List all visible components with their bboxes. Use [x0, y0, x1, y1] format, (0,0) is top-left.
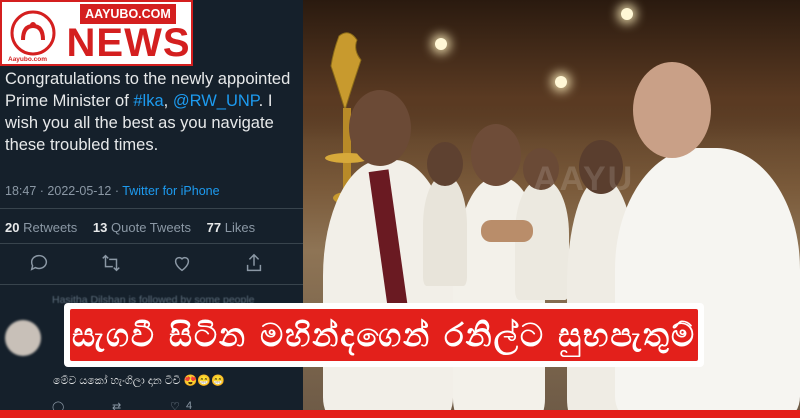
ceiling-light — [555, 76, 567, 88]
divider — [0, 243, 303, 244]
share-icon[interactable] — [243, 252, 265, 274]
headline-text: සැගවී සිටින මහින්දගෙන් රනිල්ට සුභපැතුම් — [72, 316, 696, 354]
person — [423, 176, 467, 286]
bottom-accent-bar — [0, 410, 800, 418]
logo-caption: Aayubo.com — [8, 56, 48, 63]
tweet-actions — [0, 252, 303, 276]
tweet-source-link[interactable]: Twitter for iPhone — [122, 184, 219, 198]
retweets-stat[interactable]: 20 Retweets — [5, 220, 77, 235]
retweets-count: 20 — [5, 220, 20, 235]
retweets-label: Retweets — [23, 220, 78, 235]
tweet-date: 2022-05-12 — [47, 184, 112, 198]
tweet-stats: 20 Retweets 13 Quote Tweets 77 Likes — [5, 220, 267, 235]
likes-count: 77 — [206, 220, 222, 235]
retweet-icon[interactable] — [100, 252, 122, 274]
quotes-stat[interactable]: 13 Quote Tweets — [93, 220, 191, 235]
likes-label: Likes — [224, 220, 256, 235]
tweet-text: Congratulations to the newly appointed P… — [5, 68, 301, 156]
tweet-time: 18:47 — [5, 184, 37, 198]
hashtag-link[interactable]: #lka — [133, 92, 163, 110]
tweet-text-part: , — [163, 92, 169, 110]
divider — [0, 284, 303, 285]
ceiling-light — [435, 38, 447, 50]
meta-separator: · — [114, 184, 120, 198]
quotes-label: Quote Tweets — [111, 220, 191, 235]
section-title: NEWS — [66, 21, 191, 65]
divider — [0, 208, 303, 209]
headline-banner: සැගවී සිටින මහින්දගෙන් රනිල්ට සුභපැතුම් — [64, 303, 704, 367]
photo-watermark: AAYU — [533, 160, 635, 198]
reply-text: මේව යකෝ හැංගිලා දාන ටීවී 😍😁😁 — [53, 375, 225, 387]
likes-stat[interactable]: 77 Likes — [207, 220, 255, 235]
head — [427, 142, 463, 186]
tweet-meta: 18:47 · 2022-05-12 · Twitter for iPhone — [5, 184, 220, 198]
avatar[interactable] — [5, 320, 41, 356]
head — [471, 124, 521, 186]
person-ranil — [615, 148, 800, 418]
site-logo[interactable]: Aayubo.com AAYUBO.COM NEWS — [0, 0, 193, 66]
aayubo-logo-icon — [10, 10, 56, 56]
ceiling-light — [621, 8, 633, 20]
head — [633, 62, 711, 158]
mention-link[interactable]: @RW_UNP — [173, 92, 259, 110]
head — [349, 90, 411, 166]
handshake — [481, 220, 533, 242]
reply-icon[interactable] — [28, 252, 50, 274]
meta-separator: · — [39, 184, 44, 198]
headline-banner-fill: සැගවී සිටින මහින්දගෙන් රනිල්ට සුභපැතුම් — [70, 309, 698, 361]
quotes-count: 13 — [92, 220, 108, 235]
like-icon[interactable] — [171, 252, 193, 274]
